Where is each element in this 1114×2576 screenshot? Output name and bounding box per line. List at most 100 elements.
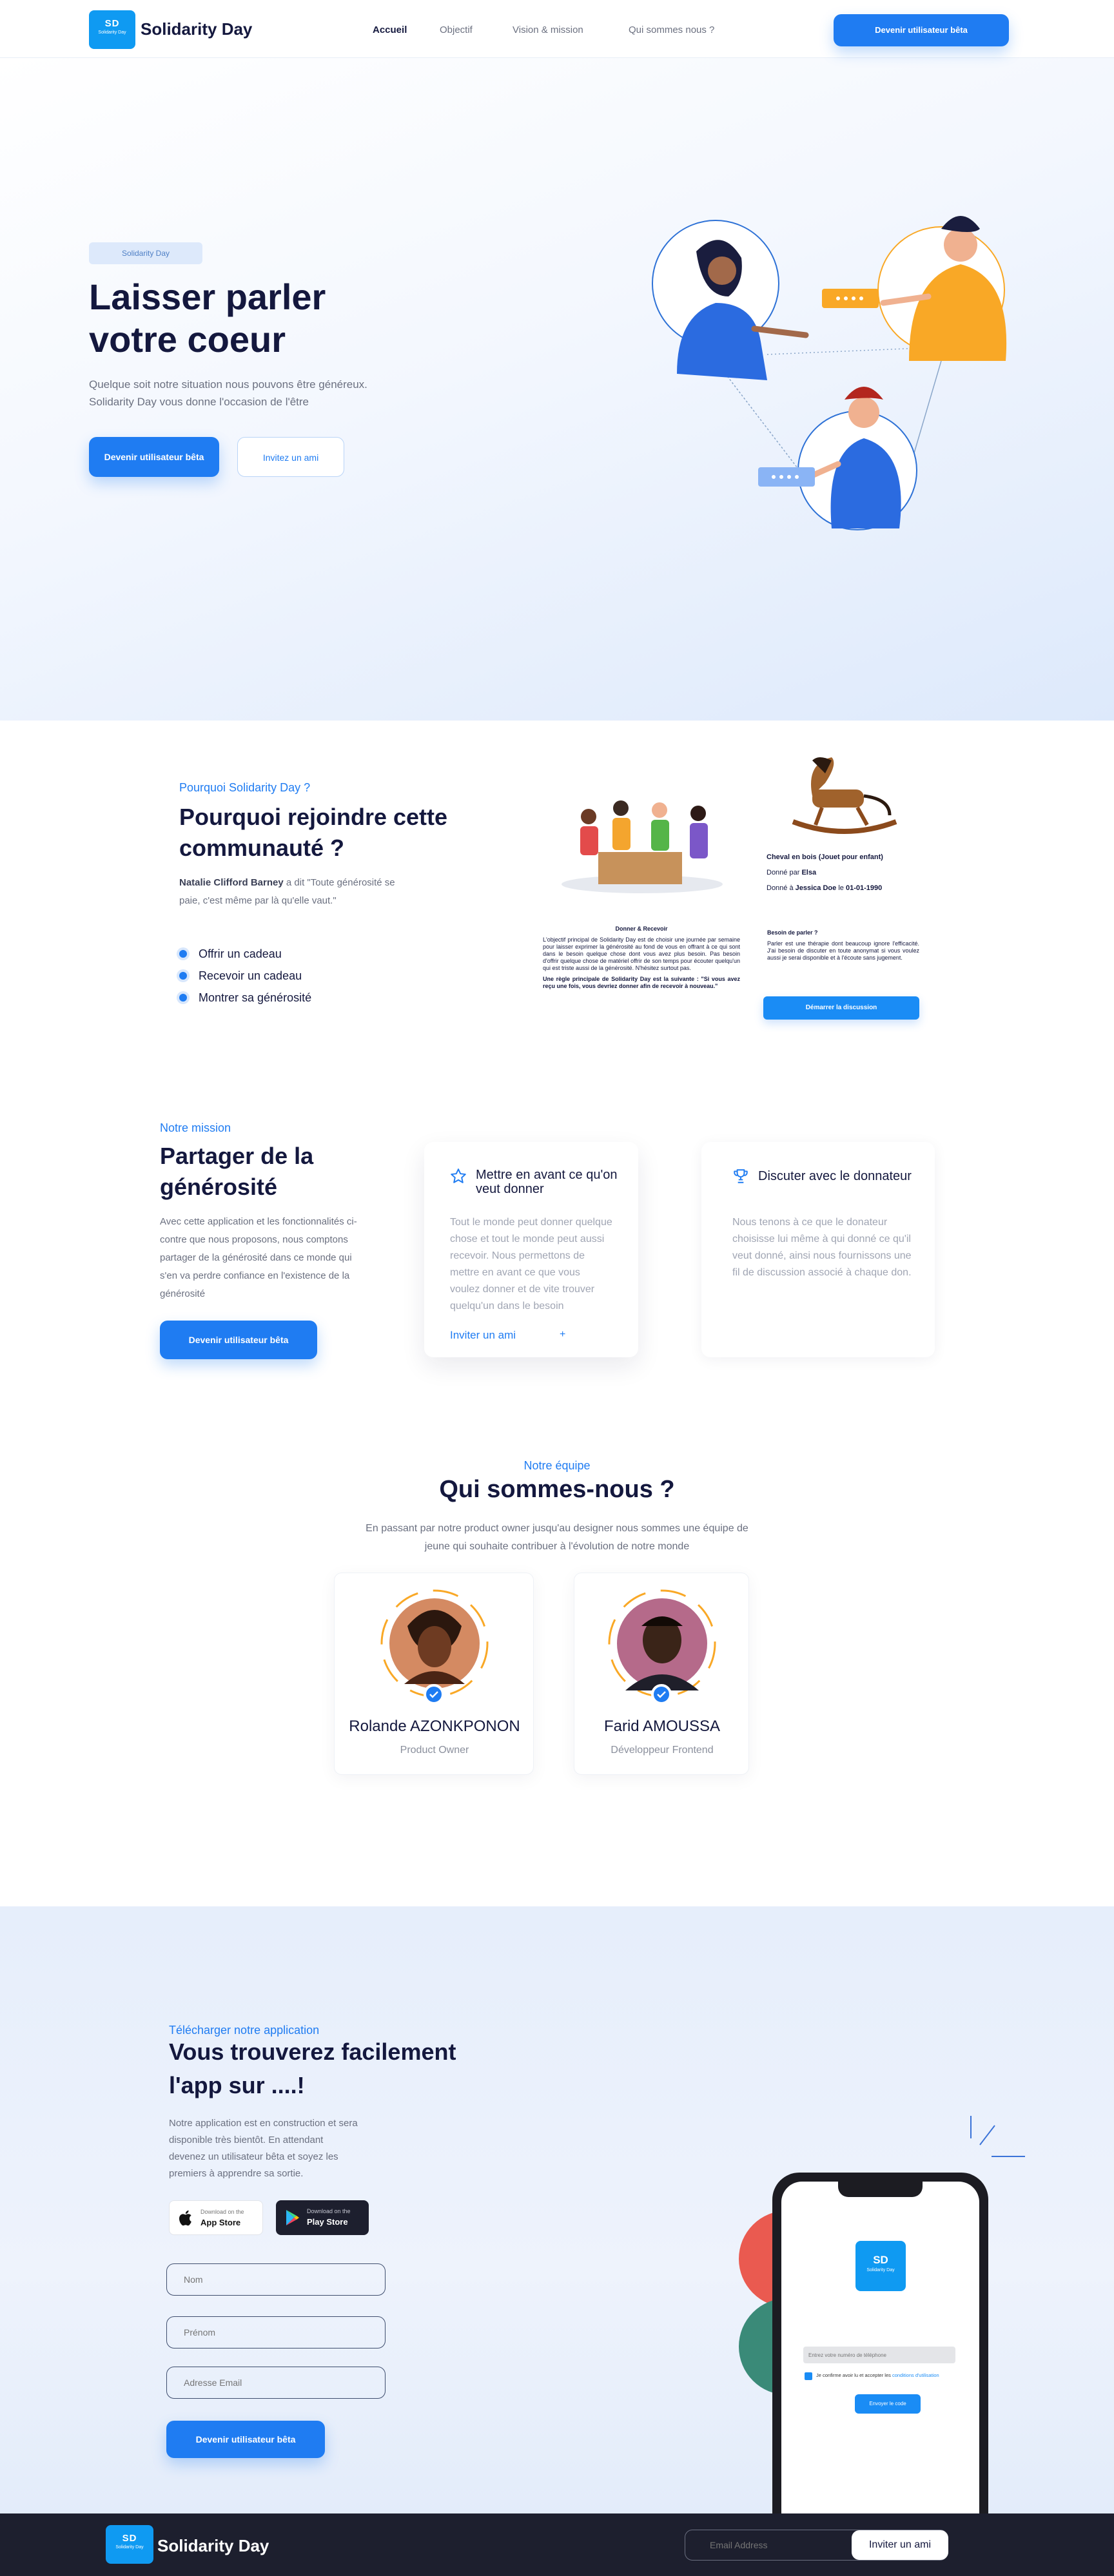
- card-text-line: mettre en avant ce que vous: [450, 1267, 580, 1278]
- nom-input[interactable]: [166, 2263, 386, 2296]
- given-to-label: Donné à: [767, 884, 796, 892]
- card-text-line: chose et tout le monde peut aussi: [450, 1234, 605, 1244]
- download-title-line1: Vous trouverez facilement: [169, 2039, 456, 2065]
- hero-tag: Solidarity Day: [89, 242, 202, 264]
- mission-desc-line: générosité: [160, 1288, 206, 1299]
- gift-details: Cheval en bois (Jouet pour enfant) Donné…: [767, 849, 883, 896]
- phone-logo-mark: SD: [873, 2254, 888, 2266]
- card-text-line: Nous tenons à ce que le donateur: [732, 1217, 888, 1228]
- play-store-small: Download on the: [307, 2208, 351, 2214]
- phone-number-input[interactable]: [803, 2347, 955, 2363]
- phone-notch: [838, 2182, 923, 2197]
- card-text-line: veut donné, ainsi nous fournissons une: [732, 1250, 912, 1261]
- why-title-line1: Pourquoi rejoindre cette: [179, 804, 448, 830]
- team-member-card: Farid AMOUSSA Développeur Frontend: [574, 1573, 749, 1775]
- footer-email-box: Inviter un ami: [685, 2530, 948, 2561]
- apple-icon: [179, 2210, 191, 2226]
- card-text-line: quelqu'un dans le besoin: [450, 1301, 564, 1312]
- download-title: Vous trouverez facilement l'app sur ....…: [169, 2035, 456, 2102]
- member-name: Farid AMOUSSA: [603, 1718, 721, 1735]
- give-receive-block: Donner & Recevoir L'objectif principal d…: [543, 925, 740, 990]
- need-text: Parler est une thérapie dont beaucoup ig…: [767, 940, 919, 961]
- feature-card-title: Discuter avec le donnateur: [758, 1169, 912, 1183]
- google-play-icon: [286, 2210, 299, 2225]
- nav-qui-sommes-nous[interactable]: Qui sommes nous ?: [629, 24, 714, 35]
- team-member-card: Rolande AZONKPONON Product Owner: [334, 1573, 534, 1775]
- star-icon: [451, 1168, 466, 1183]
- app-store-badge[interactable]: Download on the App Store: [169, 2200, 263, 2235]
- bullet-text: Montrer sa générosité: [199, 991, 312, 1004]
- bullet-recevoir: Recevoir un cadeau: [179, 969, 302, 983]
- mission-desc-line: partager de la générosité dans ce monde …: [160, 1252, 352, 1263]
- hero-desc-line2: Solidarity Day vous donne l'occasion de …: [89, 396, 309, 408]
- team-desc-line2: jeune qui souhaite contribuer à l'évolut…: [424, 1541, 690, 1552]
- logo-text[interactable]: Solidarity Day: [141, 19, 252, 39]
- why-quote: Natalie Clifford Barney a dit "Toute gén…: [179, 874, 395, 910]
- download-section: Télécharger notre application Vous trouv…: [0, 1906, 1114, 2513]
- hero-desc-line1: Quelque soit notre situation nous pouvon…: [89, 378, 367, 391]
- bullet-text: Recevoir un cadeau: [199, 969, 302, 982]
- member-role: Développeur Frontend: [611, 1745, 714, 1756]
- consent-label: Je confirme avoir lu et accepter les: [816, 2372, 892, 2378]
- footer-email-input[interactable]: [685, 2530, 850, 2560]
- nav-vision-mission[interactable]: Vision & mission: [513, 24, 583, 35]
- mission-tag: Notre mission: [160, 1121, 231, 1134]
- mission-desc-line: s'en va perdre confiance en l'existence …: [160, 1270, 350, 1281]
- card-title-line2: veut donner: [476, 1182, 544, 1196]
- hero-illustration: [652, 216, 1007, 530]
- given-by-label: Donné par: [767, 869, 802, 876]
- donation-illustration: [562, 800, 723, 893]
- download-beta-button[interactable]: Devenir utilisateur bêta: [166, 2421, 325, 2458]
- start-discussion-button[interactable]: Démarrer la discussion: [763, 996, 919, 1020]
- top-navbar: SD Solidarity Day Solidarity Day Accueil…: [0, 0, 1114, 58]
- footer-logo-icon[interactable]: SD Solidarity Day: [106, 2525, 153, 2564]
- terms-link[interactable]: conditions d'utilisation: [892, 2372, 939, 2378]
- email-input[interactable]: [166, 2367, 386, 2399]
- team-desc-line1: En passant par notre product owner jusqu…: [366, 1523, 748, 1534]
- hero-section: Solidarity Day Laisser parler votre coeu…: [0, 58, 1114, 721]
- feature-card-showcase: Mettre en avant ce qu'on veut donner Tou…: [424, 1142, 638, 1357]
- need-talk-block: Besoin de parler ? Parler est une thérap…: [767, 929, 919, 962]
- hero-invite-button[interactable]: Invitez un ami: [237, 437, 344, 477]
- play-store-badge[interactable]: Download on the Play Store: [276, 2200, 369, 2235]
- nav-objectif[interactable]: Objectif: [440, 24, 473, 35]
- give-receive-text: L'objectif principal de Solidarity Day e…: [543, 936, 740, 971]
- footer-logo-text[interactable]: Solidarity Day: [157, 2536, 269, 2556]
- rule-text: Une règle principale de Solidarity Day e…: [543, 976, 740, 989]
- hero-beta-button[interactable]: Devenir utilisateur bêta: [89, 437, 219, 477]
- given-on-label: le: [836, 884, 846, 892]
- bullet-text: Offrir un cadeau: [199, 947, 282, 960]
- quote-author: Natalie Clifford Barney: [179, 877, 284, 888]
- plus-icon[interactable]: +: [560, 1329, 565, 1341]
- team-title: Qui sommes-nous ?: [439, 1476, 675, 1503]
- phone-logo-sub: Solidarity Day: [866, 2268, 895, 2272]
- quote-text: a dit "Toute générosité se: [283, 877, 395, 888]
- hero-description: Quelque soit notre situation nous pouvon…: [89, 376, 367, 411]
- sparkle-lines-icon: [970, 2116, 1025, 2157]
- nav-accueil[interactable]: Accueil: [373, 24, 407, 35]
- download-desc-line: Notre application est en construction et…: [169, 2118, 358, 2129]
- verified-check-icon: [424, 1684, 444, 1705]
- mission-beta-button[interactable]: Devenir utilisateur bêta: [160, 1321, 317, 1359]
- header-beta-button[interactable]: Devenir utilisateur bêta: [834, 14, 1009, 46]
- send-code-button[interactable]: Envoyer le code: [855, 2394, 921, 2414]
- footer-logo-mark: SD: [122, 2533, 137, 2544]
- card-text-line: Tout le monde peut donner quelque: [450, 1217, 612, 1228]
- footer-invite-button[interactable]: Inviter un ami: [852, 2530, 948, 2560]
- why-tag: Pourquoi Solidarity Day ?: [179, 781, 311, 794]
- card-text-line: voulez donner et de vite trouver: [450, 1284, 595, 1295]
- mission-title: Partager de la générosité: [160, 1141, 313, 1203]
- why-title-line2: communauté ?: [179, 835, 345, 861]
- given-to: Jessica Doe: [795, 884, 837, 892]
- download-desc-line: disponible très bientôt. En attendant: [169, 2135, 324, 2145]
- consent-checkbox[interactable]: [805, 2372, 812, 2380]
- feature-card-title: Mettre en avant ce qu'on veut donner: [476, 1168, 618, 1196]
- invite-friend-link[interactable]: Inviter un ami: [450, 1329, 516, 1342]
- team-description: En passant par notre product owner jusqu…: [0, 1520, 1114, 1556]
- download-description: Notre application est en construction et…: [169, 2115, 358, 2182]
- avatar: [380, 1589, 489, 1698]
- logo-icon[interactable]: SD Solidarity Day: [89, 10, 135, 49]
- mission-description: Avec cette application et les fonctionna…: [160, 1213, 357, 1303]
- feature-card-text: Tout le monde peut donner quelque chose …: [450, 1214, 612, 1315]
- prenom-input[interactable]: [166, 2316, 386, 2348]
